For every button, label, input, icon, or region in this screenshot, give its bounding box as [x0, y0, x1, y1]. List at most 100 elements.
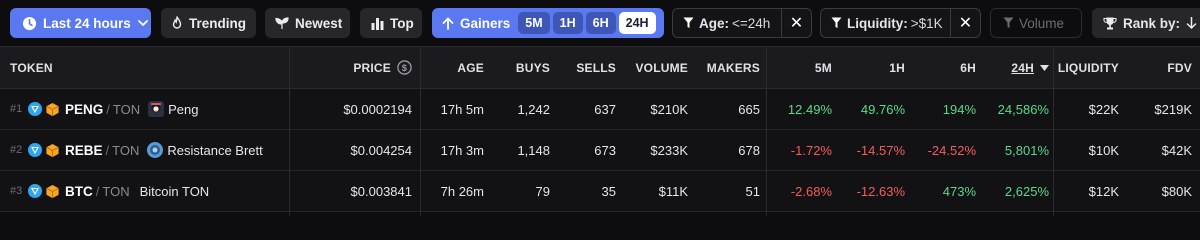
gainers-period-5m[interactable]: 5M [518, 12, 550, 34]
price-cell: $0.003841 [350, 183, 412, 199]
age-cell: 7h 26m [440, 183, 484, 199]
makers-cell: 678 [738, 142, 760, 158]
volume-filter-button[interactable]: Volume [990, 8, 1082, 38]
liquidity-filter-value: >$1K [910, 15, 943, 31]
table-row[interactable]: #2 REBE / TON Resistance Brett $0.004254… [0, 130, 1200, 171]
age-cell: 17h 5m [440, 101, 484, 117]
column-header-sells[interactable]: SELLS [555, 47, 616, 88]
change-5m-cell: -2.68% [790, 183, 832, 199]
change-5m-cell: -1.72% [790, 142, 832, 158]
rank-by-label: Rank by: [1123, 15, 1181, 31]
bar-chart-icon [371, 17, 384, 30]
table-row[interactable]: #3 BTC / TON Bitcoin TON $0.003841 7h 26… [0, 171, 1200, 212]
volume-cell: $11K [658, 183, 688, 199]
column-header-volume[interactable]: VOLUME [620, 47, 688, 88]
token-symbol: PENG [65, 101, 104, 117]
quote-symbol: TON [102, 183, 130, 199]
gainers-period-1h[interactable]: 1H [552, 12, 583, 34]
gainers-button[interactable]: Gainers 5M 1H 6H 24H [432, 8, 664, 38]
volume-cell: $210K [650, 101, 688, 117]
token-cell[interactable]: #2 REBE / TON Resistance Brett [10, 130, 290, 170]
column-header-24h[interactable]: 24H [980, 47, 1049, 88]
newest-label: Newest [295, 15, 343, 31]
buys-cell: 79 [535, 183, 550, 199]
token-avatar-icon [148, 101, 165, 117]
volume-cell: $233K [650, 142, 688, 158]
token-name: Bitcoin TON [139, 183, 210, 199]
makers-cell: 51 [745, 183, 760, 199]
makers-cell: 665 [738, 101, 760, 117]
column-header-fdv[interactable]: FDV [1125, 47, 1192, 88]
token-symbol: REBE [65, 142, 103, 158]
column-header-buys[interactable]: BUYS [490, 47, 550, 88]
pair-separator: / [95, 183, 100, 199]
top-button[interactable]: Top [360, 8, 422, 38]
flame-icon [171, 16, 183, 30]
age-filter-button[interactable]: Age: <=24h [673, 16, 781, 31]
gainers-period-selector: 5M 1H 6H 24H [518, 12, 656, 34]
change-1h-cell: -14.57% [856, 142, 905, 158]
ton-chain-icon [28, 184, 42, 198]
token-table: TOKEN PRICE $ AGE BUYS SELLS VOLUME MAKE… [0, 46, 1200, 216]
sells-cell: 637 [594, 101, 616, 117]
token-cell[interactable]: #3 BTC / TON Bitcoin TON [10, 171, 290, 211]
quote-symbol: TON [112, 101, 141, 117]
seedling-icon [275, 16, 289, 30]
column-header-24h-label: 24H [1011, 60, 1034, 75]
close-icon: ✕ [958, 15, 973, 32]
sort-desc-icon [1040, 64, 1049, 71]
column-header-1h[interactable]: 1H [840, 47, 905, 88]
change-24h-cell: 2,625% [1004, 183, 1049, 199]
liquidity-filter-label: Liquidity: [847, 15, 908, 31]
funnel-icon [683, 17, 694, 29]
liquidity-filter-button[interactable]: Liquidity: >$1K [821, 16, 950, 31]
sells-cell: 35 [601, 183, 616, 199]
token-name: Resistance Brett [167, 142, 263, 158]
column-header-5m[interactable]: 5M [770, 47, 832, 88]
buys-cell: 1,148 [517, 142, 550, 158]
rank-by-dropdown[interactable]: Rank by: [1092, 8, 1200, 38]
funnel-icon [831, 17, 842, 29]
trophy-icon [1103, 17, 1117, 30]
fdv-cell: $80K [1161, 183, 1192, 199]
age-filter-clear-button[interactable]: ✕ [781, 9, 811, 37]
token-symbol: BTC [65, 183, 93, 199]
gainers-period-6h[interactable]: 6H [585, 12, 616, 34]
chevron-down-icon [137, 17, 149, 29]
token-cell[interactable]: #1 PENG / TON Peng [10, 89, 290, 129]
timeframe-dropdown[interactable]: Last 24 hours [10, 8, 151, 38]
ton-chain-icon [28, 102, 42, 116]
liquidity-filter-chip: Liquidity: >$1K ✕ [820, 8, 981, 38]
table-row[interactable]: #1 PENG / TON Peng $0.0002194 17h 5m 1,2… [0, 89, 1200, 130]
newest-button[interactable]: Newest [265, 8, 350, 38]
column-header-age[interactable]: AGE [420, 47, 484, 88]
dex-cube-icon [45, 143, 60, 158]
top-label: Top [390, 15, 414, 31]
column-divider [766, 46, 767, 216]
dollar-circle-icon[interactable]: $ [397, 60, 412, 75]
column-header-price[interactable]: PRICE $ [290, 47, 412, 88]
timeframe-label: Last 24 hours [43, 15, 131, 31]
dex-cube-icon [45, 102, 60, 117]
gainers-period-24h[interactable]: 24H [618, 12, 656, 34]
pair-separator: / [105, 142, 110, 158]
column-header-liquidity[interactable]: LIQUIDITY [1055, 47, 1119, 88]
trending-button[interactable]: Trending [161, 8, 256, 38]
column-header-makers[interactable]: MAKERS [692, 47, 760, 88]
change-24h-cell: 5,801% [1004, 142, 1049, 158]
liquidity-cell: $10K [1088, 142, 1119, 158]
liquidity-filter-clear-button[interactable]: ✕ [950, 9, 980, 37]
fdv-cell: $42K [1161, 142, 1192, 158]
token-avatar-icon [147, 142, 164, 158]
change-1h-cell: -12.63% [856, 183, 905, 199]
arrow-down-icon [1186, 17, 1197, 29]
token-rank: #1 [10, 103, 23, 115]
change-6h-cell: 194% [942, 101, 976, 117]
column-header-6h[interactable]: 6H [910, 47, 976, 88]
price-cell: $0.004254 [350, 142, 412, 158]
change-6h-cell: 473% [942, 183, 976, 199]
age-cell: 17h 3m [440, 142, 484, 158]
column-header-token: TOKEN [10, 60, 53, 75]
volume-filter-label: Volume [1019, 15, 1065, 31]
token-name: Peng [168, 101, 199, 117]
